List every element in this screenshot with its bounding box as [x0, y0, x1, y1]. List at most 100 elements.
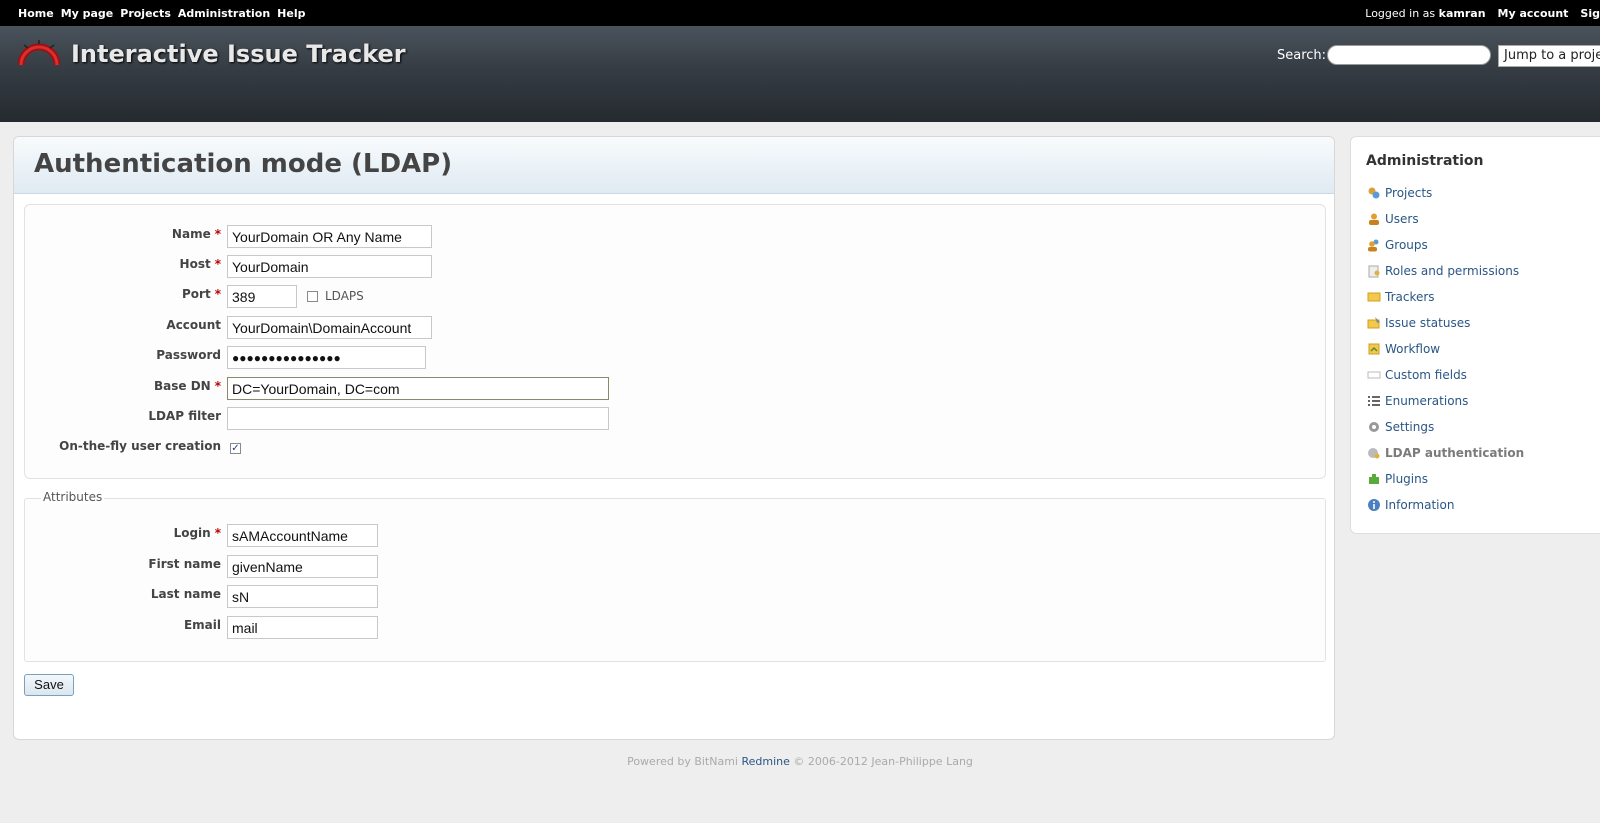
- top-menu: Home My page Projects Administration Hel…: [0, 0, 1600, 26]
- sidebar: Administration Projects Users Groups Rol…: [1350, 136, 1600, 534]
- password-field[interactable]: [227, 346, 426, 369]
- sign-out-link[interactable]: Sig: [1580, 7, 1600, 20]
- ticket-icon: [1366, 290, 1381, 305]
- login-label: Login *: [173, 526, 221, 540]
- footer-prefix: Powered by BitNami: [627, 755, 738, 768]
- site-title[interactable]: Interactive Issue Tracker: [71, 40, 406, 68]
- footer: Powered by BitNami Redmine © 2006-2012 J…: [0, 755, 1600, 768]
- password-label: Password: [156, 348, 221, 362]
- projects-icon: [1366, 186, 1381, 201]
- required-marker: *: [214, 227, 221, 241]
- key-icon: [1366, 264, 1381, 279]
- host-label: Host *: [179, 257, 221, 271]
- content-title-bar: Authentication mode (LDAP): [14, 137, 1334, 194]
- base-dn-label: Base DN *: [154, 379, 221, 393]
- sidebar-item-roles[interactable]: Roles and permissions: [1366, 258, 1524, 284]
- port-label: Port *: [182, 287, 221, 301]
- user-icon: [1366, 212, 1381, 227]
- sidebar-item-enumerations[interactable]: Enumerations: [1366, 388, 1524, 414]
- info-icon: [1366, 498, 1381, 513]
- top-menu-right: Logged in as kamran My account Sig: [1365, 7, 1600, 20]
- sidebar-item-label[interactable]: Trackers: [1385, 290, 1435, 304]
- redmine-logo-icon: [18, 40, 60, 66]
- sidebar-item-label[interactable]: Users: [1385, 212, 1419, 226]
- onthefly-checkbox[interactable]: ✓: [230, 443, 241, 454]
- sidebar-item-trackers[interactable]: Trackers: [1366, 284, 1524, 310]
- name-field[interactable]: [227, 225, 432, 248]
- sidebar-item-label[interactable]: Projects: [1385, 186, 1432, 200]
- top-menu-administration[interactable]: Administration: [178, 7, 270, 20]
- sidebar-item-label[interactable]: Settings: [1385, 420, 1434, 434]
- sidebar-item-label[interactable]: Plugins: [1385, 472, 1428, 486]
- lastname-attribute-field[interactable]: [227, 585, 378, 608]
- sidebar-item-projects[interactable]: Projects: [1366, 180, 1524, 206]
- top-menu-home[interactable]: Home: [18, 7, 54, 20]
- sidebar-item-settings[interactable]: Settings: [1366, 414, 1524, 440]
- account-label: Account: [166, 318, 221, 332]
- jump-to-project-select[interactable]: Jump to a projec: [1498, 45, 1600, 67]
- page-title: Authentication mode (LDAP): [34, 149, 453, 179]
- onthefly-label: On-the-fly user creation: [59, 439, 221, 453]
- login-attribute-field[interactable]: [227, 524, 378, 547]
- logged-in-prefix: Logged in as: [1365, 7, 1436, 20]
- ldap-filter-field[interactable]: [227, 407, 609, 430]
- account-field[interactable]: [227, 316, 432, 339]
- workflow-icon: [1366, 342, 1381, 357]
- status-icon: [1366, 316, 1381, 331]
- sidebar-item-users[interactable]: Users: [1366, 206, 1524, 232]
- required-marker: *: [214, 526, 221, 540]
- sidebar-item-custom-fields[interactable]: Custom fields: [1366, 362, 1524, 388]
- sidebar-item-workflow[interactable]: Workflow: [1366, 336, 1524, 362]
- host-field[interactable]: [227, 255, 432, 278]
- email-attribute-field[interactable]: [227, 616, 378, 639]
- search-input[interactable]: [1327, 45, 1491, 65]
- required-marker: *: [214, 379, 221, 393]
- my-account-link[interactable]: My account: [1498, 7, 1569, 20]
- sidebar-item-groups[interactable]: Groups: [1366, 232, 1524, 258]
- plugin-icon: [1366, 472, 1381, 487]
- header: Interactive Issue Tracker Search: Jump t…: [0, 26, 1600, 122]
- sidebar-item-label[interactable]: Information: [1385, 498, 1454, 512]
- search-label: Search:: [1277, 48, 1327, 63]
- sidebar-item-label[interactable]: Custom fields: [1385, 368, 1467, 382]
- ldap-filter-label: LDAP filter: [148, 409, 221, 423]
- logged-in-text: Logged in as kamran: [1365, 7, 1485, 20]
- firstname-attribute-field[interactable]: [227, 555, 378, 578]
- top-menu-my-page[interactable]: My page: [61, 7, 114, 20]
- sidebar-title: Administration: [1366, 153, 1484, 169]
- required-marker: *: [214, 287, 221, 301]
- username-link[interactable]: kamran: [1439, 7, 1486, 20]
- sidebar-item-plugins[interactable]: Plugins: [1366, 466, 1524, 492]
- content-panel: Authentication mode (LDAP) Name* Host* P…: [13, 136, 1335, 740]
- base-dn-field[interactable]: [227, 377, 609, 400]
- sidebar-item-label[interactable]: Workflow: [1385, 342, 1440, 356]
- ldap-settings-box: Name* Host* Port* LDAPS Account Password…: [24, 204, 1326, 479]
- attributes-legend: Attributes: [41, 490, 105, 504]
- name-label: Name *: [171, 227, 221, 241]
- list-icon: [1366, 394, 1381, 409]
- top-menu-help[interactable]: Help: [277, 7, 305, 20]
- footer-copyright: © 2006-2012 Jean-Philippe Lang: [793, 755, 973, 768]
- save-button[interactable]: Save: [24, 674, 74, 696]
- ldaps-label: LDAPS: [325, 289, 364, 303]
- gear-icon: [1366, 420, 1381, 435]
- lastname-label: Last name: [150, 587, 221, 601]
- attributes-fieldset: Attributes Login* First name Last name E…: [24, 490, 1326, 662]
- ldaps-checkbox[interactable]: [307, 291, 318, 302]
- redmine-link[interactable]: Redmine: [742, 755, 790, 768]
- admin-menu: Projects Users Groups Roles and permissi…: [1366, 180, 1524, 518]
- sidebar-item-label[interactable]: Enumerations: [1385, 394, 1468, 408]
- sidebar-item-label[interactable]: Roles and permissions: [1385, 264, 1519, 278]
- sidebar-item-label[interactable]: LDAP authentication: [1385, 446, 1524, 460]
- required-marker: *: [214, 257, 221, 271]
- top-menu-projects[interactable]: Projects: [120, 7, 171, 20]
- server-key-icon: [1366, 446, 1381, 461]
- top-menu-left: Home My page Projects Administration Hel…: [18, 7, 305, 20]
- port-field[interactable]: [227, 285, 297, 308]
- sidebar-item-label[interactable]: Groups: [1385, 238, 1428, 252]
- sidebar-item-ldap-authentication[interactable]: LDAP authentication: [1366, 440, 1524, 466]
- sidebar-item-label[interactable]: Issue statuses: [1385, 316, 1470, 330]
- sidebar-item-information[interactable]: Information: [1366, 492, 1524, 518]
- group-icon: [1366, 238, 1381, 253]
- sidebar-item-issue-statuses[interactable]: Issue statuses: [1366, 310, 1524, 336]
